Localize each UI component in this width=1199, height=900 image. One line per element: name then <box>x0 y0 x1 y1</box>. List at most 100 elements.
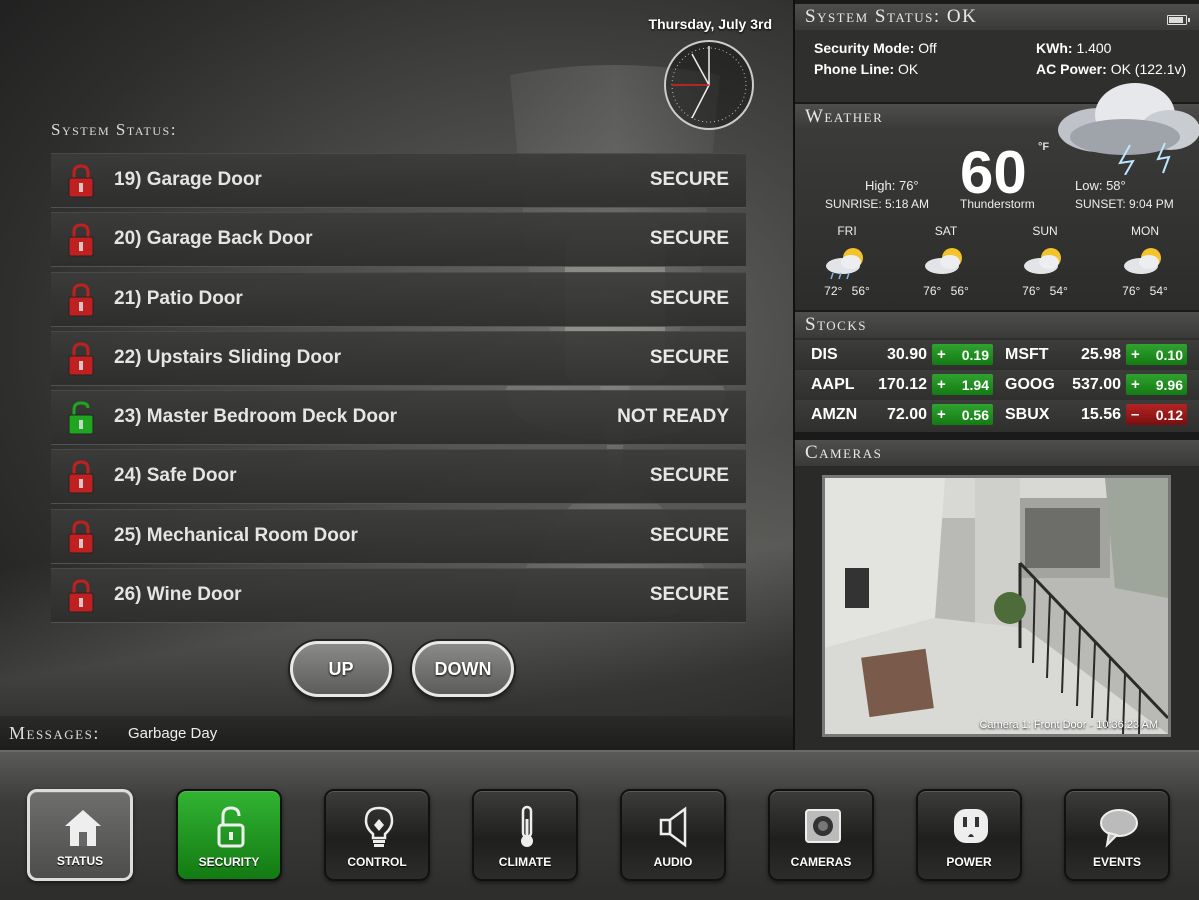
zone-state: SECURE <box>649 346 729 368</box>
zone-row[interactable]: 20) Garage Back Door SECURE <box>51 212 746 268</box>
zone-row[interactable]: 26) Wine Door SECURE <box>51 568 746 624</box>
stock-price: 72.00 <box>886 406 927 423</box>
zone-name: 22) Upstairs Sliding Door <box>114 346 341 368</box>
speaker-icon <box>659 806 687 848</box>
stock-change-value: 0.56 <box>961 407 989 423</box>
low-temperature: Low: 58° <box>1075 178 1126 193</box>
kwh-line: KWh: 1.400 <box>1036 40 1111 56</box>
forecast-high: 76° <box>923 284 942 298</box>
stock-symbol: GOOG <box>1005 376 1055 393</box>
nav-climate-button[interactable]: CLIMATE <box>472 789 578 881</box>
locked-padlock-icon <box>68 579 94 613</box>
camera-icon <box>805 809 841 843</box>
stock-price: 15.56 <box>1080 406 1121 423</box>
nav-events-button[interactable]: EVENTS <box>1064 789 1170 881</box>
zone-name: 26) Wine Door <box>114 584 242 606</box>
camera-feed-image <box>825 478 1168 734</box>
main-panel: Thursday, July 3rd System Status: 19) Ga… <box>0 0 793 750</box>
zone-state: NOT READY <box>617 406 729 428</box>
stock-row: AAPL 170.12 +1.94 GOOG 537.00 +9.96 <box>795 370 1199 399</box>
stock-change-value: 0.12 <box>1155 407 1183 423</box>
partly-cloudy-icon <box>1024 248 1061 274</box>
zone-row[interactable]: 25) Mechanical Room Door SECURE <box>51 508 746 564</box>
partly-cloudy-icon <box>1124 248 1161 274</box>
phone-line-value: OK <box>898 61 919 77</box>
nav-security-button[interactable]: SECURITY <box>176 789 282 881</box>
zone-state: SECURE <box>649 584 729 606</box>
forecast-low: 56° <box>950 284 969 298</box>
cameras-title: Cameras <box>805 442 883 463</box>
rain-sun-icon <box>826 248 863 280</box>
nav-audio-button[interactable]: AUDIO <box>620 789 726 881</box>
forecast-low: 56° <box>851 284 870 298</box>
forecast-day: SUN <box>1032 224 1058 238</box>
messages-label: Messages: <box>9 723 100 743</box>
forecast-temps: 72° 56° <box>817 284 877 298</box>
forecast-temps: 76° 54° <box>1115 284 1175 298</box>
zone-row[interactable]: 19) Garage Door SECURE <box>51 153 746 208</box>
unlocked-padlock-icon <box>68 401 94 435</box>
system-status-title: System Status: OK <box>805 6 978 27</box>
zone-row[interactable]: 24) Safe Door SECURE <box>51 449 746 505</box>
high-temperature: High: 76° <box>865 178 919 193</box>
lightbulb-icon <box>364 806 394 847</box>
thunderstorm-icon <box>1058 83 1199 175</box>
nav-control-button[interactable]: CONTROL <box>324 789 430 881</box>
forecast-low: 54° <box>1149 284 1168 298</box>
zone-name: 19) Garage Door <box>114 169 262 190</box>
stocks-box: DIS 30.90 +0.19 MSFT 25.98 +0.10 AAPL 170.12 +1.… <box>795 338 1199 432</box>
stock-change-badge: +9.96 <box>1126 374 1187 395</box>
zone-state: SECURE <box>649 524 729 546</box>
locked-padlock-icon <box>68 223 94 257</box>
security-mode-value: Off <box>918 40 937 56</box>
stock-change-badge: –0.12 <box>1126 404 1187 425</box>
home-icon <box>65 810 101 846</box>
stock-change-sign: + <box>937 346 946 363</box>
forecast-high: 76° <box>1022 284 1041 298</box>
camera-box: Camera 1: Front Door - 10:36:23 AM <box>795 466 1199 750</box>
camera-caption: Camera 1: Front Door - 10:36:23 AM <box>979 719 1158 731</box>
locked-padlock-icon <box>68 164 94 198</box>
stock-symbol: AMZN <box>811 406 858 423</box>
stock-symbol: SBUX <box>1005 406 1050 423</box>
zone-state: SECURE <box>649 169 729 190</box>
nav-cameras-button[interactable]: CAMERAS <box>768 789 874 881</box>
forecast-high: 76° <box>1122 284 1141 298</box>
stock-change-sign: + <box>937 376 946 393</box>
nav-label: CAMERAS <box>790 855 852 869</box>
stock-change-sign: + <box>1131 376 1140 393</box>
stock-change-badge: +1.94 <box>932 374 993 395</box>
sunset-time: SUNSET: 9:04 PM <box>1075 197 1174 211</box>
zone-name: 23) Master Bedroom Deck Door <box>114 406 397 428</box>
zone-row[interactable]: 22) Upstairs Sliding Door SECURE <box>51 330 746 386</box>
date-label: Thursday, July 3rd <box>648 16 772 32</box>
forecast-temps: 76° 56° <box>916 284 976 298</box>
down-button[interactable]: DOWN <box>412 641 514 697</box>
cameras-header: Cameras <box>795 440 1199 466</box>
system-status-heading: System Status: <box>51 120 177 139</box>
stock-symbol: DIS <box>811 346 838 363</box>
zone-row[interactable]: 21) Patio Door SECURE <box>51 271 746 327</box>
stock-symbol: AAPL <box>811 376 855 393</box>
stock-price: 30.90 <box>886 346 927 363</box>
weather-box: 60 °F High: 76° Low: 58° SUNRISE: 5:18 A… <box>795 83 1199 310</box>
nav-status-button[interactable]: STATUS <box>27 789 133 881</box>
side-panel: System Status: OK Security Mode: Off Pho… <box>795 0 1199 750</box>
nav-label: EVENTS <box>1092 855 1141 869</box>
security-mode-label: Security Mode: <box>814 40 915 56</box>
kwh-value: 1.400 <box>1076 40 1112 56</box>
forecast-low: 54° <box>1049 284 1068 298</box>
stocks-title: Stocks <box>805 314 867 335</box>
thermometer-icon <box>521 805 533 847</box>
stock-symbol: MSFT <box>1005 346 1049 363</box>
forecast-day: MON <box>1131 224 1159 238</box>
power-outlet-icon <box>954 809 988 843</box>
zone-state: SECURE <box>649 465 729 487</box>
nav-label: SECURITY <box>198 855 260 869</box>
stock-change-sign: – <box>1131 406 1140 423</box>
nav-power-button[interactable]: POWER <box>916 789 1022 881</box>
up-button[interactable]: UP <box>290 641 392 697</box>
zone-row[interactable]: 23) Master Bedroom Deck Door NOT READY <box>51 390 746 446</box>
stock-change-sign: + <box>1131 346 1140 363</box>
camera-feed[interactable]: Camera 1: Front Door - 10:36:23 AM <box>822 475 1171 737</box>
